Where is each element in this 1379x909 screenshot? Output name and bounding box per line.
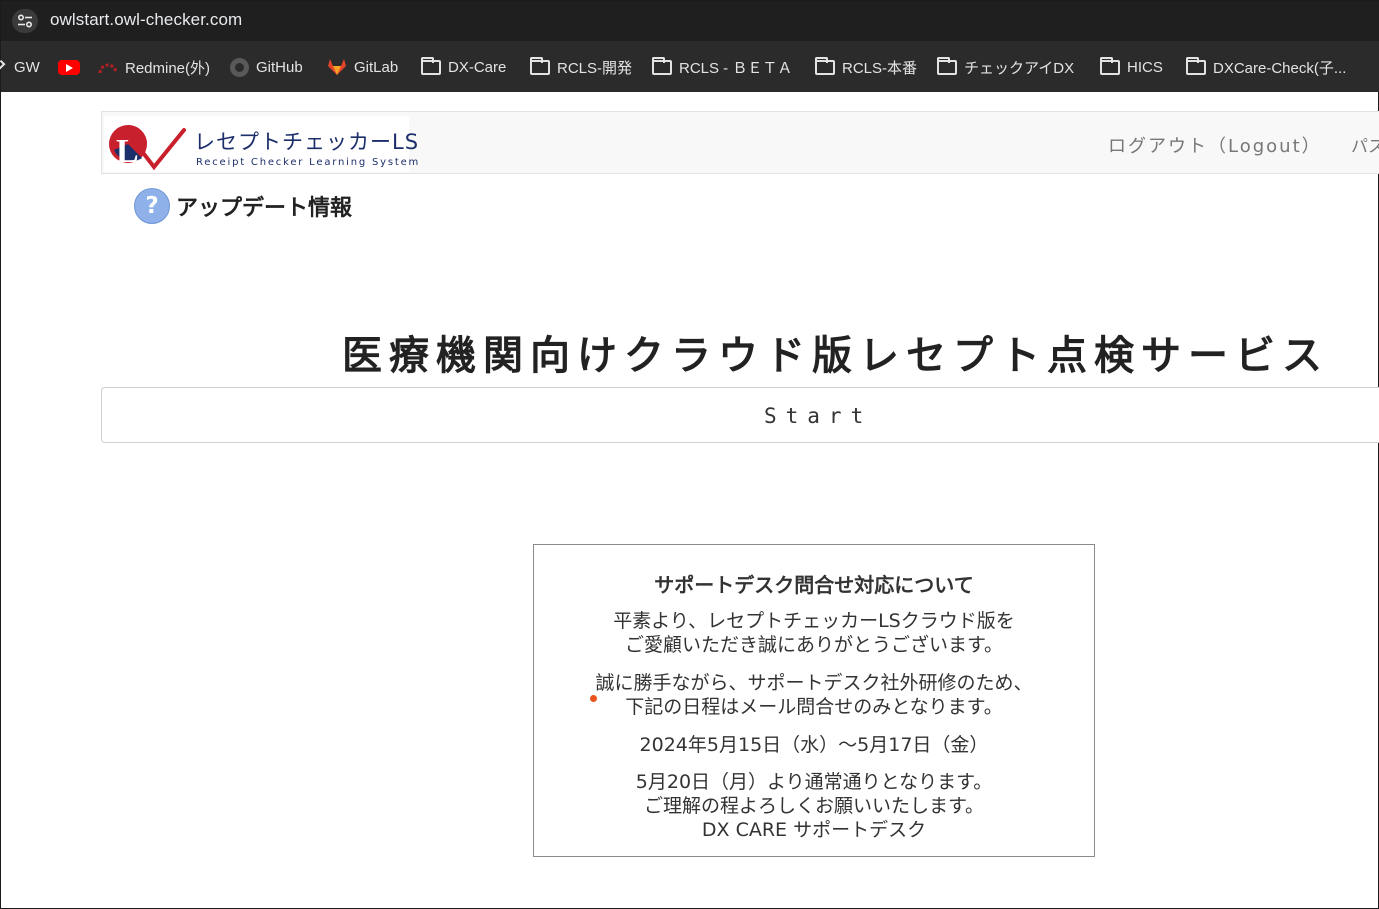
logout-link[interactable]: ログアウト（Logout）	[1108, 132, 1322, 158]
folder-icon	[815, 56, 835, 75]
bookmark-label: HICS	[1127, 58, 1163, 76]
folder-icon	[1186, 56, 1206, 75]
bookmark-label: DXCare-Check(子...	[1213, 59, 1347, 77]
site-info-icon[interactable]	[12, 9, 38, 33]
github-icon	[230, 57, 249, 77]
notice-text: 平素より、レセプトチェッカーLSクラウド版を	[613, 610, 1015, 632]
bookmark-label: GitHub	[256, 58, 303, 76]
youtube-icon	[58, 59, 80, 75]
bookmark-label: RCLS-開発	[557, 59, 633, 77]
notice-dates: 2024年5月15日（水）～5月17日（金）	[639, 734, 989, 756]
bookmark-youtube[interactable]	[58, 57, 80, 77]
bookmark-label: Redmine(外)	[125, 59, 211, 77]
logo-mark-icon: L	[109, 125, 186, 171]
redmine-icon	[98, 58, 118, 76]
notice-text: 下記の日程はメール問合せのみとなります。	[625, 696, 1003, 718]
bookmark-gitlab[interactable]: GitLab	[327, 57, 398, 77]
bookmark-github[interactable]: GitHub	[230, 57, 303, 77]
support-notice: サポートデスク問合せ対応について 平素より、レセプトチェッカーLSクラウド版を …	[533, 544, 1095, 857]
page-title: 医療機関向けクラウド版レセプト点検サービス	[342, 333, 1329, 379]
start-button-label: Start	[764, 404, 873, 428]
bookmark-gw[interactable]: GW	[0, 57, 40, 77]
folder-icon	[1100, 56, 1120, 75]
notice-text: ご理解の程よろしくお願いいたします。	[643, 795, 985, 817]
notice-text: ご愛顧いただき誠にありがとうございます。	[624, 634, 1004, 656]
bookmark-checkeye-dx[interactable]: チェックアイDX	[937, 56, 1075, 77]
start-button[interactable]: Start	[101, 387, 1379, 443]
logo-title: レセプトチェッカーLS	[194, 130, 420, 154]
folder-icon	[421, 56, 441, 75]
bookmark-label: GitLab	[354, 58, 399, 76]
notice-title: サポートデスク問合せ対応について	[654, 573, 974, 597]
bookmark-rcls-prod[interactable]: RCLS-本番	[815, 56, 918, 77]
partial-icon	[0, 59, 6, 72]
bookmark-redmine[interactable]: Redmine(外)	[98, 57, 210, 77]
bookmark-label: RCLS - ＢＥＴＡ	[679, 59, 793, 77]
bookmark-label: GW	[14, 58, 40, 76]
bookmark-dxcare-check[interactable]: DXCare-Check(子...	[1186, 56, 1347, 77]
folder-icon	[530, 56, 550, 75]
bookmarks-bar: GW Redmine(外) GitHub GitLab DX-Care RCLS…	[0, 41, 1379, 92]
logo-subtitle: Receipt Checker Learning System	[196, 157, 421, 168]
url-text[interactable]: owlstart.owl-checker.com	[50, 10, 242, 30]
gitlab-icon	[327, 58, 347, 76]
update-info-label: アップデート情報	[176, 196, 353, 221]
bookmark-label: チェックアイDX	[964, 59, 1075, 77]
nav-link-truncated[interactable]: パス	[1351, 132, 1379, 157]
folder-icon	[652, 56, 672, 75]
notice-text: 誠に勝手ながら、サポートデスク社外研修のため、	[595, 672, 1033, 694]
bookmark-label: DX-Care	[448, 58, 507, 76]
bookmark-rcls-dev[interactable]: RCLS-開発	[530, 56, 633, 77]
bookmark-dx-care[interactable]: DX-Care	[421, 56, 507, 77]
bookmark-rcls-beta[interactable]: RCLS - ＢＥＴＡ	[652, 56, 793, 77]
site-logo[interactable]: L レセプトチェッカーLS Receipt Checker Learning S…	[104, 116, 418, 172]
notice-signature: DX CARE サポートデスク	[701, 819, 927, 841]
folder-icon	[937, 56, 957, 75]
site-header: L レセプトチェッカーLS Receipt Checker Learning S…	[101, 111, 1379, 174]
svg-text:L: L	[116, 133, 139, 170]
bookmark-label: RCLS-本番	[842, 59, 918, 77]
browser-address-bar[interactable]: owlstart.owl-checker.com	[1, 1, 1379, 41]
help-icon: ?	[134, 188, 170, 224]
notice-text: 5月20日（月）より通常通りとなります。	[635, 771, 993, 793]
update-info-link[interactable]: ? アップデート情報	[134, 188, 352, 224]
bookmark-hics[interactable]: HICS	[1100, 56, 1163, 77]
